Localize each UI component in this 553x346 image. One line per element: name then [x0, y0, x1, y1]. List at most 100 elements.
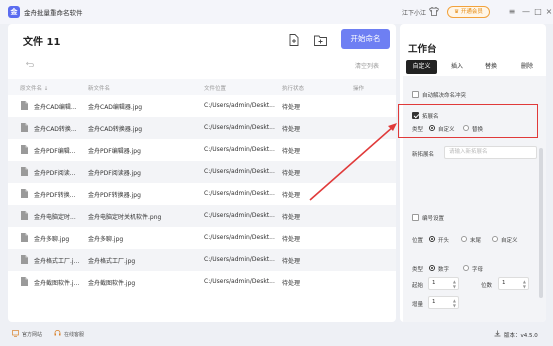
start-label: 起始 — [412, 283, 424, 289]
workbench-panel: 工作台 自定义 插入 替换 删除 自动解决命名冲突 拓展名 类型 自定义 替换 … — [400, 24, 546, 322]
file-icon — [21, 277, 28, 286]
auto-resolve-checkbox[interactable] — [412, 91, 419, 98]
file-icon — [21, 233, 28, 242]
original-name-cell: 金舟多聊.jpg — [34, 236, 70, 243]
status-cell: 待处理 — [282, 214, 301, 221]
table-row[interactable]: 金舟PDF阅读... 金舟PDF阅读器.jpg C:/Users/admin/Des… — [8, 161, 396, 183]
add-file-icon[interactable] — [289, 34, 299, 46]
stepper-arrows-icon[interactable]: ▲ ▼ — [523, 279, 526, 289]
tab-delete[interactable]: 删除 — [512, 60, 542, 74]
table-row[interactable]: 金舟多聊.jpg 金舟多聊.jpg C:/Users/admin/Deskt... 待… — [8, 227, 396, 249]
file-location-cell: C:/Users/admin/Deskt... — [204, 190, 275, 197]
col-location: 文件位置 — [204, 86, 227, 92]
maximize-button[interactable]: □ — [533, 6, 543, 17]
crown-icon: ♛ — [454, 9, 461, 15]
minimize-button[interactable]: — — [521, 6, 531, 17]
start-rename-button[interactable]: 开始命名 — [341, 29, 390, 49]
close-button[interactable]: × — [544, 6, 553, 17]
table-row[interactable]: 金舟格式工厂.j... 金舟格式工厂.jpg C:/Users/admin/Desk… — [8, 249, 396, 271]
table-row[interactable]: 金舟截图软件.j... 金舟截图软件.jpg C:/Users/admin/Desk… — [8, 271, 396, 293]
file-location-cell: C:/Users/admin/Deskt... — [204, 256, 275, 263]
table-row[interactable]: 金舟CAD转换... 金舟CAD转换器.jpg C:/Users/admin/Des… — [8, 117, 396, 139]
step-label: 增量 — [412, 302, 424, 308]
step-stepper[interactable]: 1 ▲ ▼ — [428, 296, 459, 309]
website-link[interactable]: 官方网站 — [22, 331, 42, 338]
original-name-cell: 金舟PDF转换... — [34, 192, 76, 199]
new-extension-input[interactable]: 请输入新拓展名 — [444, 146, 537, 159]
version-label: 版本：v4.5.0 — [504, 333, 538, 339]
original-name-cell: 金舟格式工厂.j... — [34, 258, 80, 265]
numbering-checkbox[interactable] — [412, 214, 419, 221]
table-row[interactable]: 金舟PDF转换... 金舟PDF转换器.jpg C:/Users/admin/Des… — [8, 183, 396, 205]
new-name-cell: 金舟CAD转换器.jpg — [88, 126, 143, 133]
clear-list-button[interactable]: 清空列表 — [355, 61, 379, 70]
file-location-cell: C:/Users/admin/Deskt... — [204, 168, 275, 175]
position-start-label: 开头 — [438, 238, 450, 244]
workbench-scrollbar[interactable] — [539, 148, 543, 298]
step-value: 1 — [432, 299, 436, 305]
position-custom-radio[interactable] — [492, 236, 498, 242]
digits-label: 位数 — [481, 283, 493, 289]
stepper-arrows-icon[interactable]: ▲ ▼ — [453, 298, 456, 308]
new-name-cell: 金舟多聊.jpg — [88, 236, 124, 243]
table-row[interactable]: 金舟CAD编辑... 金舟CAD编辑器.jpg C:/Users/admin/Des… — [8, 95, 396, 117]
user-name[interactable]: 江下小江 — [402, 8, 426, 17]
table-row[interactable]: 金舟电脑定时... 金舟电脑定时关机软件.png C:/Users/admin/De… — [8, 205, 396, 227]
new-name-cell: 金舟电脑定时关机软件.png — [88, 214, 162, 221]
stepper-arrows-icon[interactable]: ▲ ▼ — [453, 279, 456, 289]
col-new-name: 新文件名 — [88, 86, 111, 92]
tab-replace[interactable]: 替换 — [476, 60, 506, 74]
original-name-cell: 金舟CAD转换... — [34, 126, 77, 133]
workbench-title: 工作台 — [408, 44, 437, 55]
vip-button[interactable]: ♛ 开通会员 — [447, 6, 490, 18]
file-location-cell: C:/Users/admin/Deskt... — [204, 124, 275, 131]
file-icon — [21, 189, 28, 198]
support-link[interactable]: 在线客服 — [64, 331, 84, 338]
type-letter-radio[interactable] — [463, 265, 469, 271]
original-name-cell: 金舟PDF编辑... — [34, 148, 76, 155]
number-type-label: 类型 — [412, 267, 424, 273]
add-folder-icon[interactable] — [314, 35, 327, 46]
status-cell: 待处理 — [282, 170, 301, 177]
file-list-panel: 文件 11 开始命名 清空列表 原文件名 ↓ 新文件名 文件位置 执行状态 操作… — [8, 24, 396, 322]
file-icon — [21, 211, 28, 220]
new-name-cell: 金舟PDF编辑器.jpg — [88, 148, 141, 155]
table-header: 原文件名 ↓ 新文件名 文件位置 执行状态 操作 — [8, 79, 396, 95]
original-name-cell: 金舟PDF阅读... — [34, 170, 76, 177]
app-logo: 金 — [8, 6, 20, 18]
status-cell: 待处理 — [282, 236, 301, 243]
position-label: 位置 — [412, 238, 424, 244]
position-end-radio[interactable] — [461, 236, 467, 242]
type-number-radio[interactable] — [429, 265, 435, 271]
undo-icon[interactable] — [26, 61, 34, 67]
start-stepper[interactable]: 1 ▲ ▼ — [428, 277, 459, 290]
tab-insert[interactable]: 插入 — [442, 60, 472, 74]
status-cell: 待处理 — [282, 104, 301, 111]
numbering-label: 编号设置 — [422, 216, 445, 222]
app-title: 金舟批量重命名软件 — [24, 9, 83, 17]
status-cell: 待处理 — [282, 192, 301, 199]
position-start-radio[interactable] — [429, 236, 435, 242]
download-icon[interactable] — [494, 330, 501, 337]
digits-stepper[interactable]: 1 ▲ ▼ — [498, 277, 529, 290]
status-cell: 待处理 — [282, 258, 301, 265]
workbench-tabs: 自定义 插入 替换 删除 — [406, 60, 542, 74]
auto-resolve-label: 自动解决命名冲突 — [422, 93, 467, 99]
col-original-name[interactable]: 原文件名 ↓ — [20, 84, 48, 92]
status-cell: 待处理 — [282, 148, 301, 155]
menu-icon[interactable]: ≡ — [507, 6, 517, 17]
table-row[interactable]: 金舟PDF编辑... 金舟PDF编辑器.jpg C:/Users/admin/Des… — [8, 139, 396, 161]
skin-icon[interactable] — [429, 7, 439, 16]
type-number-label: 数字 — [438, 267, 450, 273]
position-end-label: 末尾 — [470, 238, 482, 244]
file-count: 文件 11 — [23, 37, 61, 48]
status-bar: 官方网站 在线客服 版本：v4.5.0 — [0, 322, 553, 346]
extension-highlight-box — [398, 104, 538, 138]
file-icon — [21, 101, 28, 110]
file-icon — [21, 255, 28, 264]
original-name-cell: 金舟CAD编辑... — [34, 104, 77, 111]
new-name-cell: 金舟PDF阅读器.jpg — [88, 170, 141, 177]
website-icon — [12, 330, 19, 337]
digits-value: 1 — [502, 280, 506, 286]
tab-custom[interactable]: 自定义 — [406, 60, 437, 74]
